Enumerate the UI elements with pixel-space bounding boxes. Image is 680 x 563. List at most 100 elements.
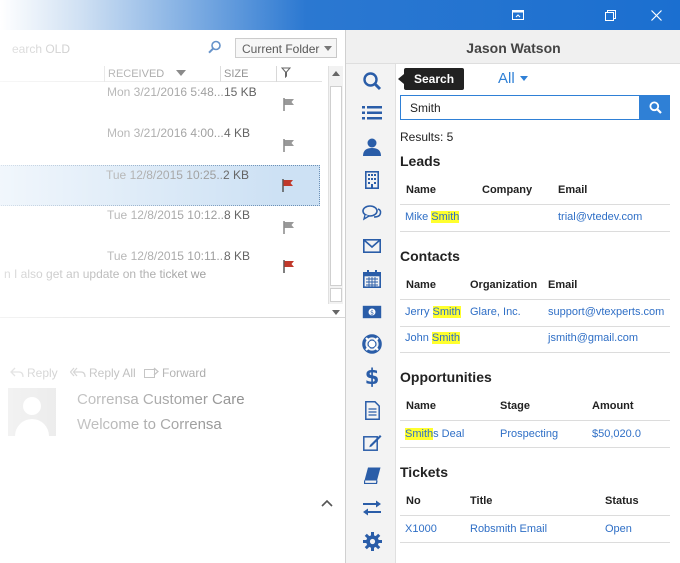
- reply-label: Reply: [27, 366, 58, 380]
- ticket-number-link[interactable]: X1000: [405, 523, 437, 535]
- crm-user-name: Jason Watson: [346, 30, 680, 64]
- column-header: Name: [406, 279, 436, 291]
- column-header: Email: [548, 279, 578, 291]
- lead-name-link[interactable]: Mike Smith: [405, 211, 460, 223]
- calendar-icon[interactable]: [361, 268, 383, 290]
- chevron-up-icon[interactable]: [321, 496, 333, 510]
- reply-icon: [10, 367, 24, 378]
- maximize-icon[interactable]: [587, 0, 633, 30]
- scroll-thumb[interactable]: [330, 86, 342, 286]
- opportunity-name-link[interactable]: Smiths Deal: [405, 428, 464, 440]
- message-preview: n I also get an update on the ticket we: [4, 267, 207, 281]
- person-silhouette-icon: [23, 397, 41, 415]
- column-header: Company: [482, 184, 533, 196]
- message-date: Mon 3/21/2016 4:00...: [107, 126, 224, 140]
- scroll-up-icon[interactable]: [332, 71, 340, 76]
- outlook-search-input[interactable]: earch OLD: [12, 42, 70, 56]
- sync-icon[interactable]: [361, 497, 383, 519]
- message-row[interactable]: Mon 3/21/2016 4:00... 4 KB: [0, 124, 320, 165]
- svg-text:$: $: [370, 310, 374, 317]
- restore-down-icon[interactable]: [495, 0, 541, 30]
- message-date: Tue 12/8/2015 10:11...: [107, 249, 227, 263]
- reply-all-label: Reply All: [89, 366, 136, 380]
- scroll-thumb-end[interactable]: [330, 288, 342, 302]
- flag-icon[interactable]: [283, 221, 295, 237]
- folder-scope-dropdown[interactable]: Current Folder: [235, 38, 337, 58]
- lead-email-link[interactable]: trial@vtedev.com: [558, 211, 642, 223]
- app-window: earch OLD Current Folder RECEIVED SIZE M…: [0, 0, 680, 563]
- forward-button[interactable]: Forward: [144, 366, 206, 380]
- column-divider: [104, 66, 105, 82]
- message-date: Tue 12/8/2015 10:12...: [107, 208, 228, 222]
- message-size: 2 KB: [223, 168, 250, 182]
- column-header: Organization: [470, 279, 538, 291]
- contact-email-link[interactable]: support@vtexperts.com: [548, 306, 664, 318]
- flag-icon[interactable]: [283, 98, 295, 114]
- reply-button[interactable]: Reply: [10, 366, 58, 380]
- column-size[interactable]: SIZE: [224, 68, 248, 80]
- edit-icon[interactable]: [361, 431, 383, 453]
- message-list-scrollbar[interactable]: [328, 66, 343, 315]
- sender-avatar: [8, 388, 56, 436]
- contact-email-link[interactable]: jsmith@gmail.com: [548, 332, 638, 344]
- crm-search-button[interactable]: [640, 95, 670, 120]
- crm-icon-rail: $ $: [346, 64, 396, 563]
- message-size: 8 KB: [224, 249, 251, 263]
- title-bar: [0, 0, 680, 30]
- sort-down-icon: [176, 70, 186, 76]
- contact-name-link[interactable]: John Smith: [405, 332, 461, 344]
- document-icon[interactable]: [361, 399, 383, 421]
- forward-icon: [144, 367, 159, 378]
- building-icon[interactable]: [361, 169, 383, 191]
- scroll-down-icon[interactable]: [332, 310, 340, 315]
- message-row[interactable]: Mon 3/21/2016 5:48... 15 KB: [0, 83, 320, 124]
- contact-name-link[interactable]: Jerry Smith: [405, 306, 461, 318]
- message-row[interactable]: Tue 12/8/2015 10:12... 8 KB: [0, 206, 320, 247]
- svg-text:$: $: [365, 366, 379, 388]
- message-row[interactable]: Tue 12/8/2015 10:11... 8 KB n I also get…: [0, 247, 320, 288]
- ticket-title-link[interactable]: Robsmith Email: [470, 523, 547, 535]
- flag-filter-icon[interactable]: [280, 67, 292, 81]
- message-row-selected[interactable]: Tue 12/8/2015 10:25... 2 KB: [0, 165, 320, 206]
- message-size: 4 KB: [224, 126, 251, 140]
- dollar-icon[interactable]: $: [361, 366, 383, 388]
- reply-all-icon: [70, 367, 86, 378]
- list-icon[interactable]: [361, 102, 383, 124]
- search-icon[interactable]: [208, 40, 222, 57]
- ticket-status: Open: [605, 523, 632, 535]
- chat-icon[interactable]: [361, 202, 383, 224]
- contact-organization-link[interactable]: Glare, Inc.: [470, 306, 521, 318]
- column-header: Stage: [500, 400, 530, 412]
- gear-icon[interactable]: [361, 530, 383, 552]
- message-size: 15 KB: [224, 85, 257, 99]
- book-icon[interactable]: [361, 464, 383, 486]
- opportunity-stage: Prospecting: [500, 428, 559, 440]
- message-subject: Welcome to Corrensa: [77, 416, 222, 433]
- person-icon[interactable]: [361, 136, 383, 158]
- pane-divider: [0, 317, 345, 318]
- message-size: 8 KB: [224, 208, 251, 222]
- crm-search-input[interactable]: [400, 95, 640, 120]
- lifebuoy-icon[interactable]: [361, 333, 383, 355]
- reply-all-button[interactable]: Reply All: [70, 366, 136, 380]
- column-header: Name: [406, 184, 436, 196]
- column-received[interactable]: RECEIVED: [108, 68, 164, 80]
- outlook-mail-region: earch OLD Current Folder RECEIVED SIZE M…: [0, 30, 345, 563]
- column-divider: [220, 66, 221, 82]
- section-title-leads: Leads: [400, 153, 441, 169]
- column-header: Amount: [592, 400, 634, 412]
- message-date: Mon 3/21/2016 5:48...: [107, 85, 224, 99]
- money-icon[interactable]: $: [361, 301, 383, 323]
- chevron-down-icon: [519, 76, 528, 81]
- envelope-icon[interactable]: [361, 235, 383, 257]
- module-filter-label: All: [498, 70, 515, 87]
- flag-icon[interactable]: [283, 260, 295, 276]
- outlook-search-bar[interactable]: earch OLD Current Folder: [0, 38, 337, 60]
- search-icon[interactable]: [361, 70, 383, 92]
- flag-icon[interactable]: [283, 139, 295, 155]
- module-filter-dropdown[interactable]: All: [498, 70, 528, 87]
- column-header: No: [406, 495, 421, 507]
- flag-icon[interactable]: [282, 179, 294, 195]
- folder-scope-label: Current Folder: [242, 42, 320, 56]
- close-icon[interactable]: [633, 0, 679, 30]
